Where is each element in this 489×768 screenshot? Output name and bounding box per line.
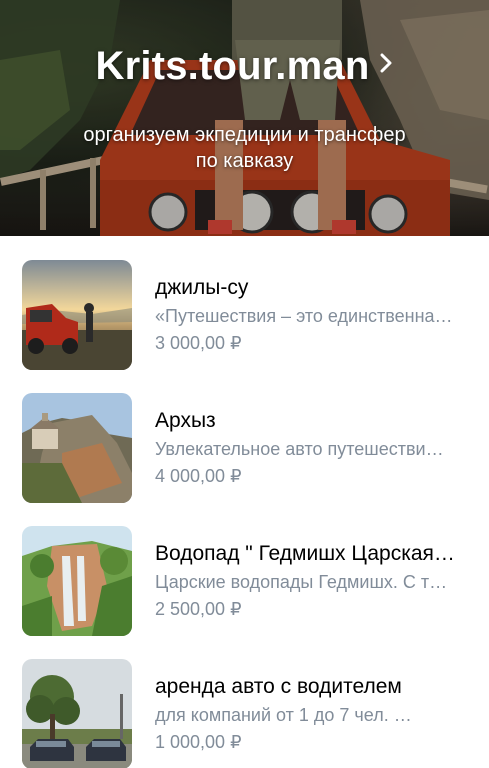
product-price: 2 500,00 ₽ xyxy=(155,599,242,619)
waterfall-photo-icon xyxy=(22,525,132,636)
product-description: Царские водопады Гедмишх. С т… xyxy=(155,572,448,592)
product-price: 3 000,00 ₽ xyxy=(155,333,242,353)
product-thumbnail xyxy=(22,392,132,503)
product-title: Архыз xyxy=(155,409,216,432)
product-title: аренда авто с водителем xyxy=(155,675,402,698)
product-thumbnail xyxy=(22,658,132,768)
list-item[interactable]: Водопад " Гедмишх Царская… Царские водоп… xyxy=(0,514,489,647)
product-description: для компаний от 1 до 7 чел. … xyxy=(155,705,412,725)
product-title: Водопад " Гедмишх Царская… xyxy=(155,542,455,565)
cars-tree-photo-icon xyxy=(22,658,132,768)
product-description: «Путешествия – это единственна… xyxy=(155,306,453,326)
chevron-right-icon xyxy=(380,53,392,72)
product-list: джилы-су «Путешествия – это единственна…… xyxy=(0,236,489,768)
product-thumbnail xyxy=(22,259,132,370)
community-cover[interactable]: Krits.tour.man организуем экпедиции и тр… xyxy=(0,0,489,236)
product-thumbnail xyxy=(22,525,132,636)
product-price: 1 000,00 ₽ xyxy=(155,732,242,752)
list-item[interactable]: джилы-су «Путешествия – это единственна…… xyxy=(0,248,489,381)
sunset-jeep-photo-icon xyxy=(22,259,132,370)
community-title: Krits.tour.man xyxy=(95,44,370,88)
title-row[interactable]: Krits.tour.man xyxy=(0,44,489,89)
mountain-church-photo-icon xyxy=(22,392,132,503)
product-title: джилы-су xyxy=(155,276,249,299)
list-item[interactable]: аренда авто с водителем для компаний от … xyxy=(0,647,489,768)
product-price: 4 000,00 ₽ xyxy=(155,466,242,486)
community-subtitle: организуем экпедиции и трансфер по кавка… xyxy=(83,124,406,172)
jeep-photo-icon xyxy=(0,0,489,236)
product-description: Увлекательное авто путешестви… xyxy=(155,439,444,459)
list-item[interactable]: Архыз Увлекательное авто путешестви… 4 0… xyxy=(0,381,489,514)
